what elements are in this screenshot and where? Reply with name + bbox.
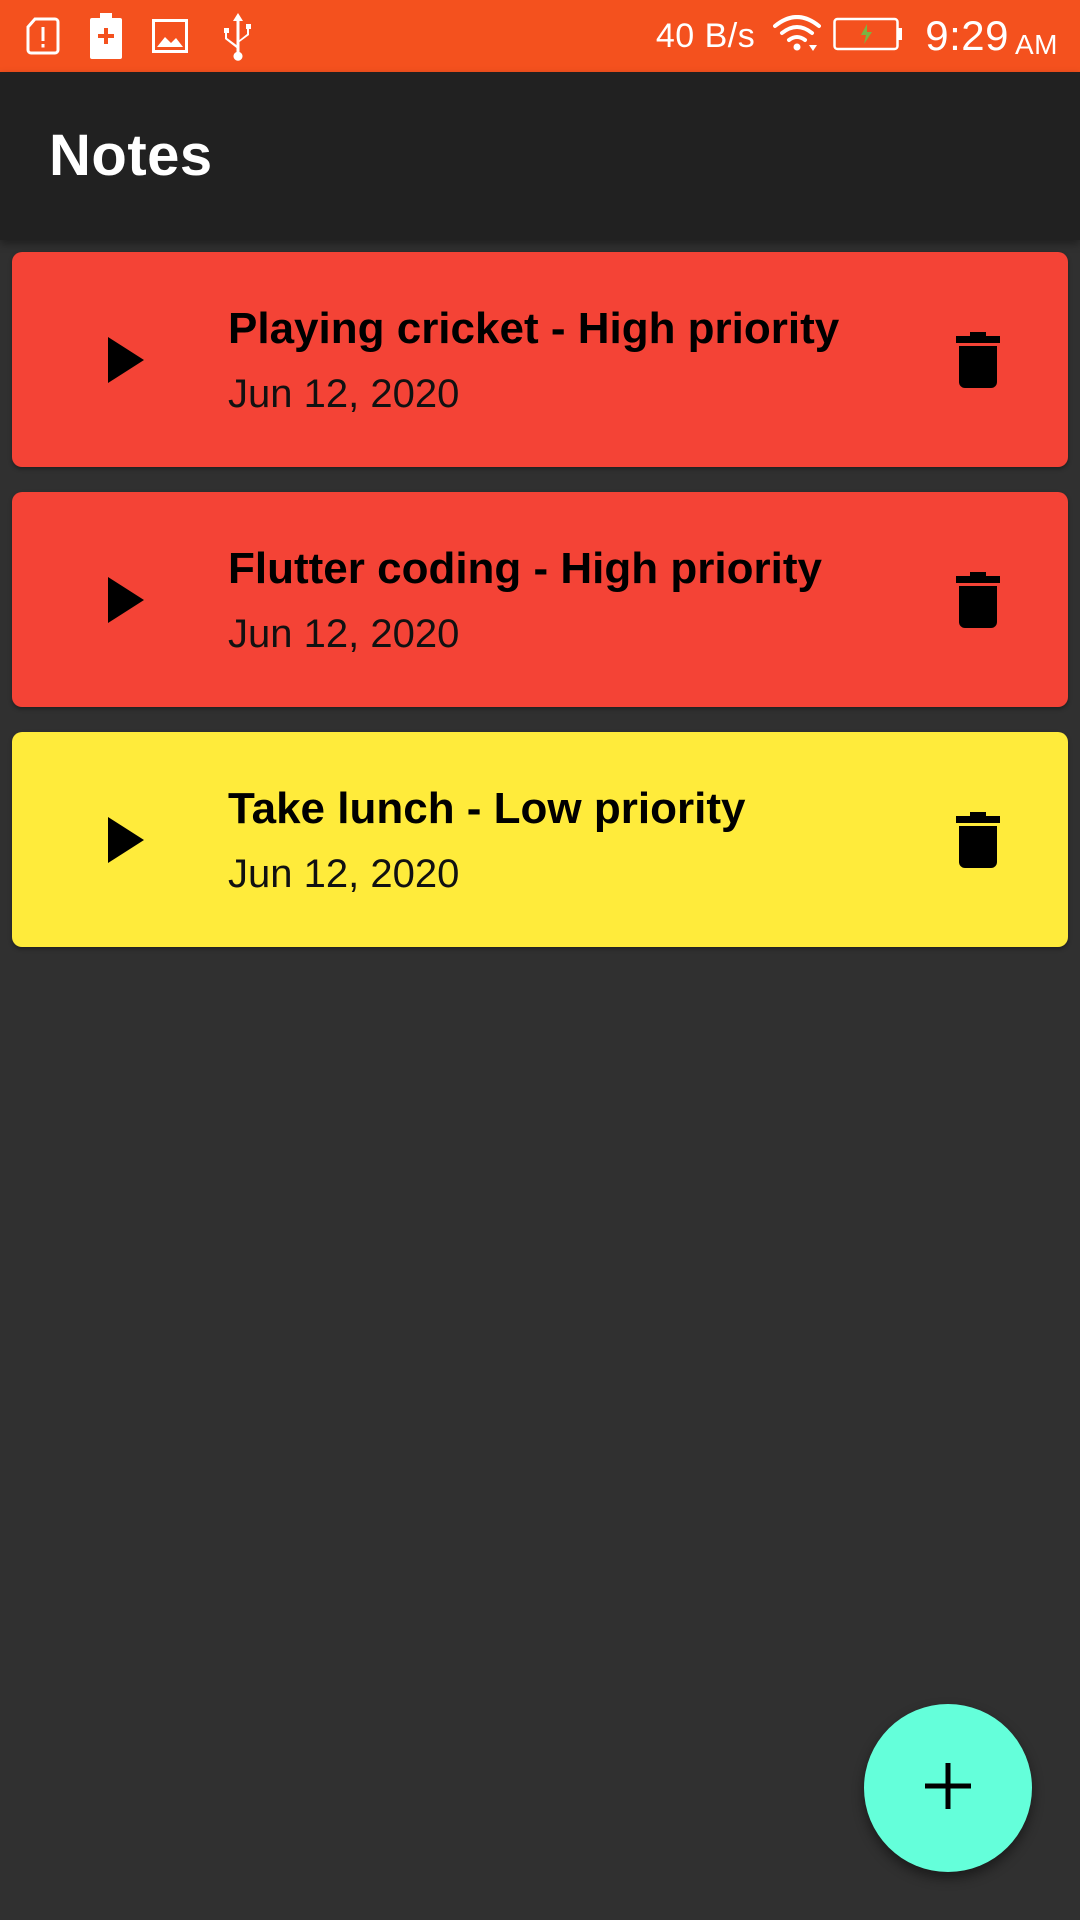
clock: 9:29 AM	[925, 12, 1058, 60]
usb-icon	[218, 11, 258, 61]
note-date: Jun 12, 2020	[228, 612, 460, 656]
app-bar: Notes	[0, 72, 1080, 240]
status-notification-icons	[26, 11, 258, 61]
status-bar: 40 B/s 9:29 AM	[0, 0, 1080, 72]
status-system-info: 40 B/s 9:29 AM	[656, 0, 1058, 72]
play-arrow-icon[interactable]	[104, 335, 148, 385]
image-icon	[152, 19, 188, 53]
add-note-button[interactable]	[864, 1704, 1032, 1872]
play-arrow-icon[interactable]	[104, 815, 148, 865]
note-card[interactable]: Take lunch - Low priority Jun 12, 2020	[12, 732, 1068, 947]
sim-alert-icon	[26, 17, 60, 55]
clock-time: 9:29	[925, 12, 1009, 59]
note-date: Jun 12, 2020	[228, 852, 460, 896]
battery-charging-icon	[833, 17, 903, 56]
note-title: Playing cricket - High priority	[228, 304, 840, 353]
notes-list: Playing cricket - High priority Jun 12, …	[12, 252, 1068, 972]
note-card[interactable]: Playing cricket - High priority Jun 12, …	[12, 252, 1068, 467]
wifi-icon	[773, 14, 822, 58]
page-title: Notes	[49, 123, 213, 188]
delete-icon[interactable]	[956, 812, 1000, 868]
net-speed: 40 B/s	[655, 16, 756, 55]
add-icon	[925, 1762, 971, 1814]
note-title: Flutter coding - High priority	[228, 544, 822, 593]
battery-saver-icon	[90, 13, 122, 59]
delete-icon[interactable]	[956, 332, 1000, 388]
note-date: Jun 12, 2020	[228, 372, 460, 416]
delete-icon[interactable]	[956, 572, 1000, 628]
play-arrow-icon[interactable]	[104, 575, 148, 625]
note-title: Take lunch - Low priority	[228, 784, 746, 833]
clock-ampm: AM	[1015, 29, 1058, 60]
note-card[interactable]: Flutter coding - High priority Jun 12, 2…	[12, 492, 1068, 707]
